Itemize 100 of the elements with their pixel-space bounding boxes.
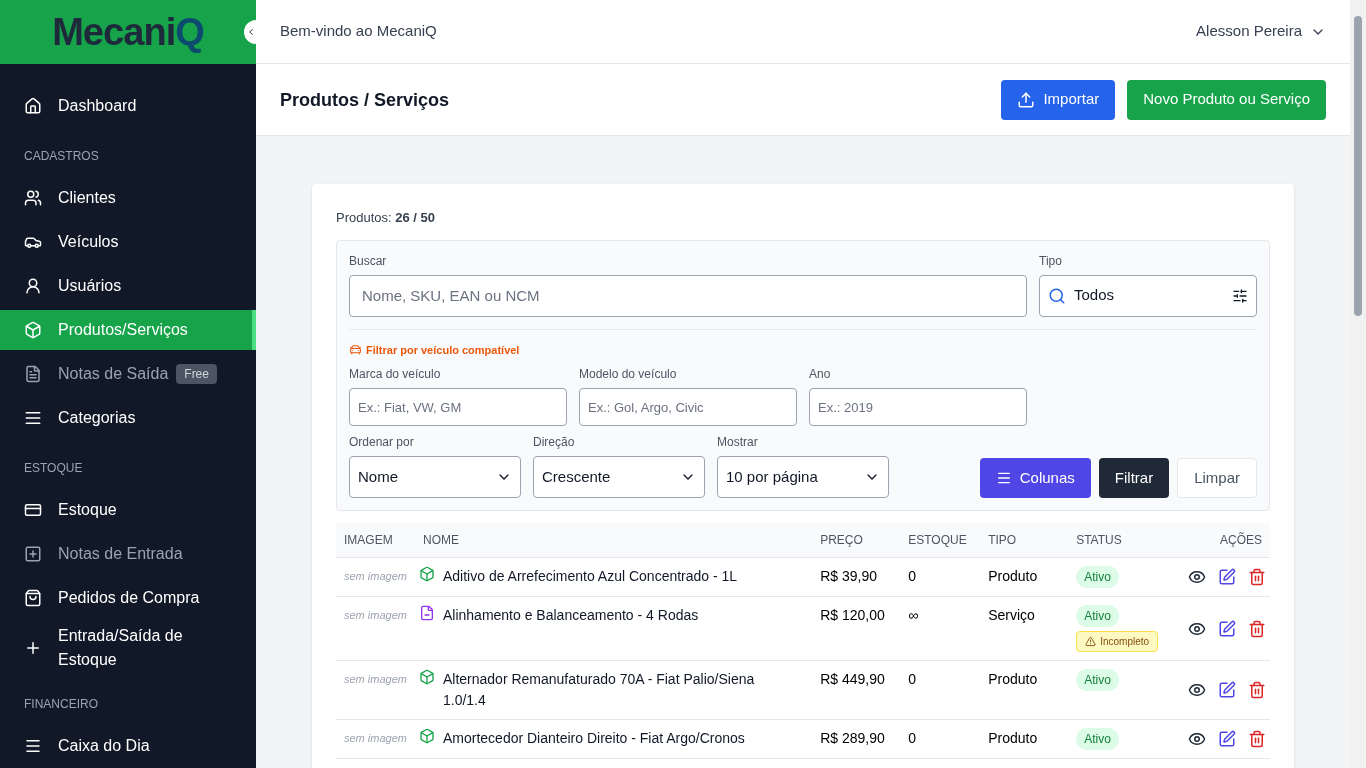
type-cell: Produto: [988, 671, 1038, 687]
no-image-text: sem imagem: [344, 570, 407, 582]
sidebar-item-icon: [24, 277, 42, 295]
price-cell: R$ 449,90: [820, 671, 885, 687]
car-icon: [349, 343, 362, 357]
column-header: STATUS: [1068, 523, 1179, 558]
sidebar-item-icon: [24, 737, 42, 755]
warning-badge: Incompleto: [1076, 631, 1159, 652]
type-select[interactable]: Todos: [1039, 274, 1257, 317]
sidebar-item-icon: [24, 639, 42, 657]
sidebar-item[interactable]: Clientes: [0, 178, 256, 218]
welcome-text: Bem-vindo ao MecaniQ: [280, 21, 437, 42]
column-header: ESTOQUE: [900, 523, 981, 558]
logo: MecaniQ: [52, 9, 204, 55]
price-cell: R$ 120,00: [820, 607, 885, 623]
status-badge: Ativo: [1076, 669, 1119, 691]
field-label: Ano: [809, 366, 832, 382]
field-label: Modelo do veículo: [579, 366, 678, 382]
sidebar-item[interactable]: Caixa do Dia: [0, 726, 256, 766]
no-image-text: sem imagem: [344, 609, 407, 621]
sidebar-item-icon: [24, 321, 42, 339]
product-name: Amortecedor Dianteiro Direito - Fiat Argo/Cronos: [442, 729, 746, 748]
select-field[interactable]: Crescente: [533, 456, 705, 498]
field-label: Marca do veículo: [349, 366, 442, 382]
search-icon: [1048, 286, 1066, 305]
plan-badge: Free: [176, 364, 217, 384]
upload-icon: [1017, 90, 1036, 109]
sidebar-item[interactable]: Estoque: [0, 490, 256, 530]
stock-cell: 0: [908, 730, 916, 746]
sidebar-item-icon: [24, 545, 42, 563]
sidebar-item-icon: [24, 409, 42, 427]
sidebar-heading: CADASTROS: [23, 148, 100, 165]
sidebar-item-icon: [24, 589, 42, 607]
delete-icon[interactable]: [1248, 681, 1266, 699]
delete-icon[interactable]: [1248, 619, 1266, 638]
sidebar-item[interactable]: Dashboard: [0, 86, 256, 126]
field-label: Buscar: [349, 252, 388, 269]
user-menu[interactable]: Alesson Pereira: [1196, 20, 1326, 43]
sidebar-item[interactable]: Usuários: [0, 266, 256, 306]
sidebar-item-icon: [24, 97, 42, 115]
view-icon[interactable]: [1188, 568, 1206, 586]
stock-cell: 0: [908, 671, 916, 687]
collapse-button[interactable]: [244, 20, 256, 44]
column-header: TIPO: [980, 523, 1069, 558]
scrollbar[interactable]: [1350, 0, 1366, 768]
sliders-icon: [1232, 287, 1248, 304]
view-icon[interactable]: [1188, 681, 1206, 699]
column-header: NOME: [414, 523, 813, 558]
sidebar-item-icon: [24, 501, 42, 519]
type-cell: Serviço: [988, 607, 1035, 623]
edit-icon[interactable]: [1218, 681, 1236, 699]
search-field[interactable]: Nome, SKU, EAN ou NCM: [349, 274, 1027, 317]
type-cell: Produto: [988, 568, 1038, 584]
vehicle-filter-title: Filtrar por veículo compatível: [366, 342, 520, 358]
status-badge: Ativo: [1076, 605, 1119, 627]
stock-cell: 0: [908, 568, 916, 584]
status-badge: Ativo: [1076, 566, 1119, 588]
sidebar-item[interactable]: Categorias: [0, 398, 256, 438]
price-cell: R$ 39,90: [820, 568, 877, 584]
select-field[interactable]: Nome: [349, 456, 521, 498]
column-header: IMAGEM: [336, 523, 415, 558]
no-image-text: sem imagem: [344, 732, 407, 744]
columns-button[interactable]: Colunas: [979, 458, 1091, 498]
field-label: Mostrar: [717, 434, 759, 450]
edit-icon[interactable]: [1218, 619, 1236, 638]
sidebar-item[interactable]: Veículos: [0, 222, 256, 262]
vehicle-field[interactable]: Ex.: Gol, Argo, Civic: [579, 388, 797, 426]
product-name: Aditivo de Arrefecimento Azul Concentrado - 1L: [442, 567, 739, 586]
column-header: PREÇO: [812, 523, 901, 558]
edit-icon[interactable]: [1218, 568, 1236, 586]
sidebar-item-icon: [24, 189, 42, 207]
stock-cell: ∞: [908, 607, 919, 623]
type-cell: Produto: [988, 730, 1038, 746]
sidebar-item[interactable]: Entrada/Saída de Estoque: [0, 622, 256, 674]
column-header: AÇÕES: [1178, 523, 1270, 558]
vehicle-field[interactable]: Ex.: Fiat, VW, GM: [349, 388, 567, 426]
field-label: Direção: [533, 434, 576, 450]
sidebar-item-icon: [24, 365, 42, 383]
menu-icon: [995, 470, 1012, 486]
status-badge: Ativo: [1076, 728, 1119, 750]
clear-button[interactable]: Limpar: [1177, 458, 1257, 498]
product-name: Alternador Remanufaturado 70A - Fiat Palio/Siena 1.0/1.4: [442, 670, 756, 710]
page-title: Produtos / Serviços: [280, 88, 450, 112]
sidebar-item[interactable]: Pedidos de Compra: [0, 578, 256, 618]
delete-icon[interactable]: [1248, 568, 1266, 586]
field-label: Tipo: [1039, 252, 1063, 269]
filter-button[interactable]: Filtrar: [1098, 458, 1170, 498]
delete-icon[interactable]: [1248, 730, 1266, 748]
product-name: Alinhamento e Balanceamento - 4 Rodas: [442, 606, 700, 625]
sidebar-heading: ESTOQUE: [23, 460, 84, 477]
sidebar-heading: FINANCEIRO: [23, 696, 99, 713]
field-label: Ordenar por: [349, 434, 415, 450]
import-button[interactable]: Importar: [1001, 79, 1116, 120]
view-icon[interactable]: [1188, 730, 1206, 748]
edit-icon[interactable]: [1218, 730, 1236, 748]
vehicle-field[interactable]: Ex.: 2019: [809, 388, 1027, 426]
select-field[interactable]: 10 por página: [717, 456, 889, 498]
no-image-text: sem imagem: [344, 673, 407, 685]
product-count: Produtos: 26 / 50: [336, 209, 437, 227]
price-cell: R$ 289,90: [820, 730, 885, 746]
